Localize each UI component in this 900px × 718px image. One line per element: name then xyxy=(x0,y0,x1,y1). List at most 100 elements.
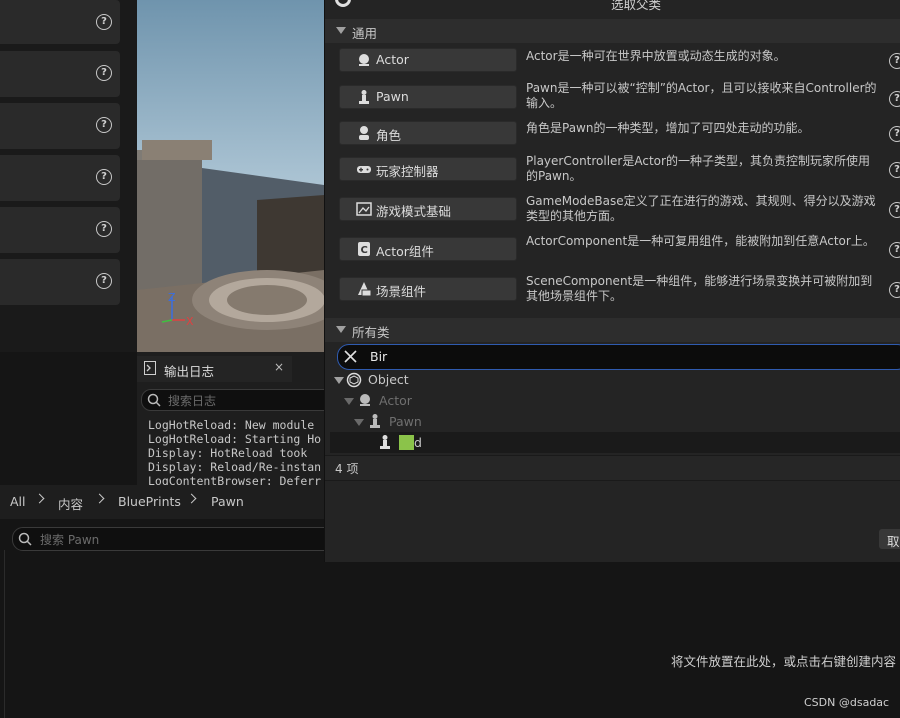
help-icon[interactable]: ? xyxy=(889,162,900,178)
viewport-scene: Z X xyxy=(137,0,324,352)
help-icon[interactable]: ? xyxy=(889,91,900,107)
details-row[interactable]: ? xyxy=(0,155,120,201)
section-common[interactable]: 通用 xyxy=(325,19,900,43)
class-button-label: 玩家控制器 xyxy=(376,164,439,179)
breadcrumb-item[interactable]: Pawn xyxy=(211,494,244,509)
axis-z-label: Z xyxy=(168,291,176,304)
class-button-player-controller[interactable]: 玩家控制器 xyxy=(339,157,517,181)
content-search-input[interactable]: 搜索 Pawn xyxy=(12,527,344,551)
unreal-logo-icon xyxy=(335,0,351,7)
pawn-icon xyxy=(359,90,369,104)
class-button-label: 场景组件 xyxy=(376,284,427,299)
class-button-actor[interactable]: Actor xyxy=(339,48,517,72)
details-row[interactable]: ? xyxy=(0,103,120,149)
class-button-label: 游戏模式基础 xyxy=(376,204,452,219)
log-search-input[interactable]: 搜索日志 xyxy=(141,389,324,411)
watermark: CSDN @dsadac xyxy=(804,696,890,709)
breadcrumb-item[interactable]: 内容 xyxy=(58,494,83,513)
filter-value: Bir xyxy=(370,349,388,364)
divider xyxy=(4,550,5,718)
help-icon[interactable]: ? xyxy=(96,65,112,81)
help-icon[interactable]: ? xyxy=(889,282,900,298)
chevron-right-icon[interactable] xyxy=(186,493,197,504)
expand-triangle-icon[interactable] xyxy=(344,398,354,405)
tree-label: d xyxy=(414,435,422,450)
help-icon[interactable]: ? xyxy=(96,14,112,30)
class-description: SceneComponent是一种组件，能够进行场景变换并可被附加到其他场景组件… xyxy=(526,274,873,303)
item-count-bar: 4 项 xyxy=(325,455,900,481)
help-icon[interactable]: ? xyxy=(96,117,112,133)
component-icon: C xyxy=(358,242,370,256)
details-row[interactable]: ? xyxy=(0,259,120,305)
class-button-label: 角色 xyxy=(376,128,402,143)
collapse-triangle-icon[interactable] xyxy=(336,326,346,333)
class-description: Pawn是一种可以被“控制”的Actor，且可以接收来自Controller的输… xyxy=(526,81,877,110)
cancel-label: 取 xyxy=(887,534,900,549)
tree-item-actor[interactable]: Actor xyxy=(325,391,900,411)
axis-x-label: X xyxy=(186,315,194,328)
search-icon xyxy=(18,532,32,546)
search-match-highlight xyxy=(399,435,414,450)
clear-icon[interactable] xyxy=(344,350,357,363)
item-count: 4 项 xyxy=(335,462,359,476)
class-button-character[interactable]: 角色 xyxy=(339,121,517,145)
content-search-placeholder: 搜索 Pawn xyxy=(40,533,100,547)
class-button-scene-component[interactable]: 场景组件 xyxy=(339,277,517,301)
terminal-icon xyxy=(144,361,156,375)
tree-item-bird[interactable]: d xyxy=(330,432,900,453)
class-description: GameModeBase定义了正在进行的游戏、其规则、得分以及游戏类型的其他方面… xyxy=(526,194,876,223)
class-button-actor-component[interactable]: C Actor组件 xyxy=(339,237,517,261)
tree-label: Pawn xyxy=(389,414,422,429)
class-button-pawn[interactable]: Pawn xyxy=(339,85,517,109)
help-icon[interactable]: ? xyxy=(889,202,900,218)
pick-parent-class-dialog: 选取父类 通用 Actor Actor是一种可在世界中放置或动态生成的对象。 ?… xyxy=(324,0,900,562)
help-icon[interactable]: ? xyxy=(96,273,112,289)
details-row[interactable]: ? xyxy=(0,0,120,44)
section-label: 通用 xyxy=(352,26,378,41)
gamepad-icon xyxy=(357,166,371,173)
log-line: LogHotReload: New module xyxy=(148,418,315,432)
chevron-right-icon[interactable] xyxy=(94,493,105,504)
breadcrumb: All 内容 BluePrints Pawn xyxy=(0,485,330,519)
close-icon[interactable]: × xyxy=(274,360,284,374)
class-button-game-mode-base[interactable]: 游戏模式基础 xyxy=(339,197,517,221)
help-icon[interactable]: ? xyxy=(889,53,900,69)
expand-triangle-icon[interactable] xyxy=(354,419,364,426)
class-description: ActorComponent是一种可复用组件，能被附加到任意Actor上。 xyxy=(526,234,875,248)
class-description: 角色是Pawn的一种类型，增加了可四处走动的功能。 xyxy=(526,121,810,135)
log-line: LogContentBrowser: Deferr xyxy=(148,474,322,485)
details-row[interactable]: ? xyxy=(0,207,120,253)
tree-item-object[interactable]: Object xyxy=(325,370,900,390)
class-button-label: Pawn xyxy=(376,89,409,104)
class-button-label: Actor xyxy=(376,52,409,67)
image-icon xyxy=(356,202,372,216)
breadcrumb-item[interactable]: BluePrints xyxy=(118,494,181,509)
log-line: LogHotReload: Starting Ho xyxy=(148,432,322,446)
section-label: 所有类 xyxy=(352,325,390,340)
section-all-classes[interactable]: 所有类 xyxy=(325,318,900,342)
chevron-right-icon[interactable] xyxy=(34,493,45,504)
help-icon[interactable]: ? xyxy=(889,242,900,258)
class-filter-input[interactable]: Bir xyxy=(337,344,900,370)
breadcrumb-item[interactable]: All xyxy=(10,494,26,509)
tree-item-pawn[interactable]: Pawn xyxy=(325,412,900,432)
help-icon[interactable]: ? xyxy=(96,169,112,185)
expand-triangle-icon[interactable] xyxy=(334,377,344,384)
details-row[interactable]: ? xyxy=(0,51,120,97)
class-description: PlayerController是Actor的一种子类型，其负责控制玩家所使用的… xyxy=(526,154,870,183)
empty-content-hint: 将文件放置在此处，或点击右键创建内容 xyxy=(671,654,897,669)
search-icon xyxy=(147,393,161,407)
details-panel: ? ? ? ? ? ? xyxy=(0,0,137,352)
help-icon[interactable]: ? xyxy=(96,221,112,237)
collapse-triangle-icon[interactable] xyxy=(336,27,346,34)
cancel-button[interactable]: 取 xyxy=(879,529,900,549)
output-log-panel: 输出日志 × 搜索日志 LogHotReload: New module Log… xyxy=(137,352,324,485)
log-line: Display: HotReload took xyxy=(148,446,308,460)
help-icon[interactable]: ? xyxy=(889,126,900,142)
tree-label: Object xyxy=(368,372,409,387)
pawn-icon xyxy=(370,414,380,428)
level-viewport[interactable]: Z X xyxy=(137,0,324,352)
tab-output-log[interactable]: 输出日志 × xyxy=(137,356,292,382)
log-line: Display: Reload/Re-instan xyxy=(148,460,322,474)
class-description: Actor是一种可在世界中放置或动态生成的对象。 xyxy=(526,49,786,63)
